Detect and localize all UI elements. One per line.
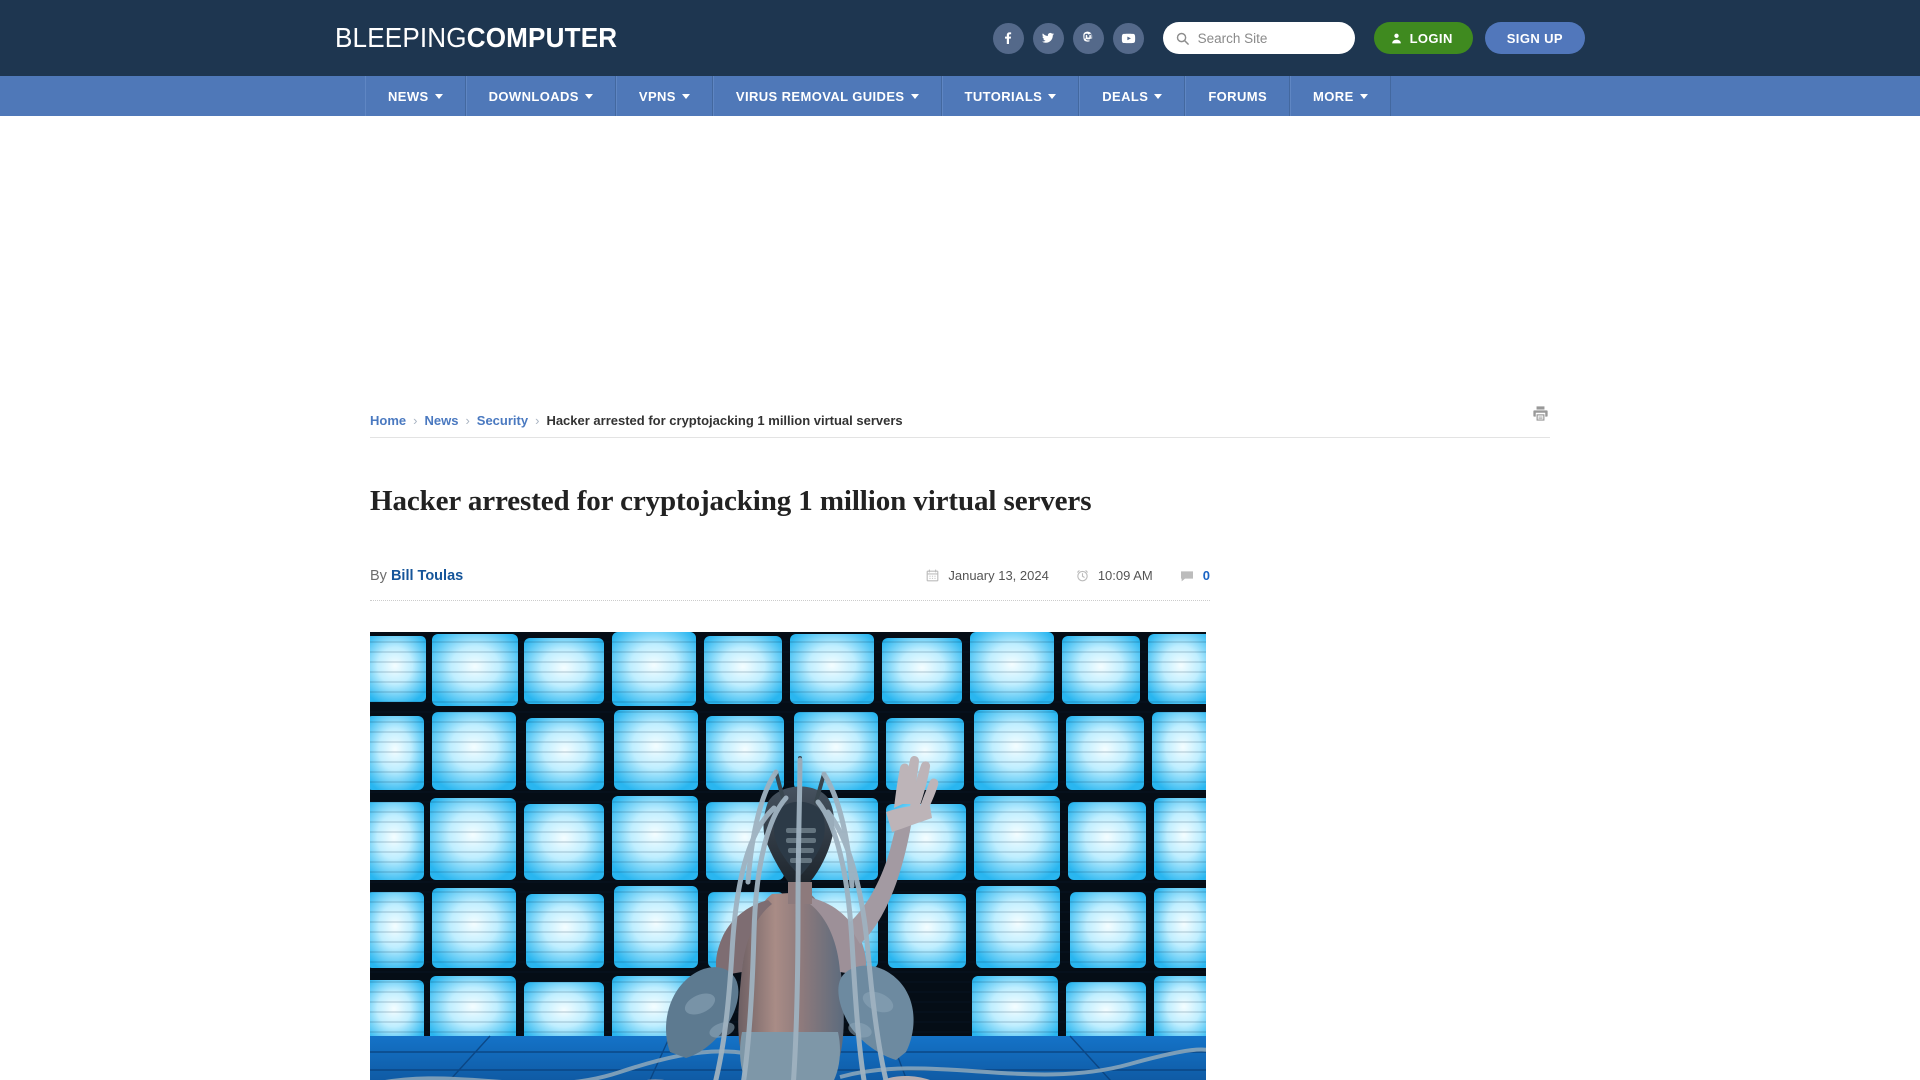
publish-date: January 13, 2024 bbox=[925, 568, 1049, 583]
nav-item-news[interactable]: NEWS bbox=[365, 76, 466, 116]
search-input[interactable] bbox=[1197, 30, 1343, 46]
search-icon bbox=[1176, 32, 1189, 45]
breadcrumb-item-news[interactable]: News bbox=[424, 413, 458, 428]
comments-link[interactable]: 0 bbox=[1179, 568, 1210, 584]
publish-date-text: January 13, 2024 bbox=[948, 568, 1049, 583]
site-logo[interactable]: BLEEPINGCOMPUTER bbox=[335, 22, 617, 54]
chevron-down-icon bbox=[1048, 93, 1057, 99]
site-header: BLEEPINGCOMPUTER Search Site LOGIN SIGN … bbox=[0, 0, 1920, 76]
clock-icon bbox=[1076, 570, 1088, 582]
publish-time-text: 10:09 AM bbox=[1097, 568, 1153, 583]
twitter-icon[interactable] bbox=[1032, 22, 1064, 54]
article-meta-details: January 13, 2024 10:09 AM 0 bbox=[925, 568, 1210, 584]
comment-count: 0 bbox=[1202, 568, 1210, 583]
breadcrumb-row: Home › News › Security › Hacker arrested for c… bbox=[370, 404, 1550, 438]
publish-time: 10:09 AM bbox=[1075, 568, 1153, 583]
nav-item-deals[interactable]: DEALS bbox=[1079, 76, 1186, 116]
mastodon-icon[interactable] bbox=[1072, 22, 1104, 54]
comment-icon bbox=[1180, 570, 1193, 581]
chevron-down-icon bbox=[1154, 93, 1163, 99]
nav-item-more[interactable]: MORE bbox=[1290, 76, 1391, 116]
top-ad-slot bbox=[0, 116, 1920, 404]
nav-item-label: MORE bbox=[1313, 88, 1354, 104]
breadcrumb-separator: › bbox=[465, 413, 470, 428]
article-column: Hacker arrested for cryptojacking 1 mill… bbox=[370, 485, 1210, 1080]
logo-text-light: BLEEPING bbox=[335, 22, 467, 53]
login-button[interactable]: LOGIN bbox=[1373, 22, 1473, 54]
nav-item-label: VIRUS REMOVAL GUIDES bbox=[735, 88, 905, 104]
facebook-icon[interactable] bbox=[992, 22, 1024, 54]
login-button-label: LOGIN bbox=[1409, 30, 1453, 46]
breadcrumb-item-security[interactable]: Security bbox=[477, 413, 528, 428]
youtube-icon[interactable] bbox=[1112, 22, 1144, 54]
chevron-down-icon bbox=[910, 93, 919, 99]
nav-item-label: VPNS bbox=[638, 88, 676, 104]
logo-text-bold: COMPUTER bbox=[466, 22, 618, 53]
nav-item-label: DOWNLOADS bbox=[488, 88, 579, 104]
nav-item-label: DEALS bbox=[1102, 88, 1149, 104]
nav-left-spacer bbox=[335, 76, 365, 116]
nav-item-label: TUTORIALS bbox=[964, 88, 1043, 104]
nav-item-forums[interactable]: FORUMS bbox=[1185, 76, 1291, 116]
hero-illustration bbox=[370, 632, 1206, 1080]
search-box[interactable] bbox=[1162, 22, 1355, 54]
nav-item-tutorials[interactable]: TUTORIALS bbox=[941, 76, 1080, 116]
nav-item-label: NEWS bbox=[388, 88, 429, 104]
social-links bbox=[992, 22, 1144, 54]
calendar-icon bbox=[926, 569, 939, 582]
chevron-down-icon bbox=[434, 93, 443, 99]
page-content: Home › News › Security › Hacker arrested for c… bbox=[370, 404, 1550, 1080]
breadcrumb-separator: › bbox=[535, 413, 540, 428]
breadcrumb-item-home[interactable]: Home bbox=[370, 413, 406, 428]
byline: By Bill Toulas bbox=[370, 568, 463, 584]
user-icon bbox=[1391, 33, 1401, 43]
byline-prefix: By bbox=[370, 567, 387, 584]
article-meta-row: By Bill Toulas January 13, 2024 10:09 AM… bbox=[370, 551, 1210, 601]
header-actions: LOGIN SIGN UP bbox=[992, 22, 1585, 54]
chevron-down-icon bbox=[681, 93, 690, 99]
main-navigation: NEWS DOWNLOADS VPNS VIRUS REMOVAL GUIDES TUT… bbox=[0, 76, 1920, 116]
breadcrumb-separator: › bbox=[413, 413, 418, 428]
nav-item-downloads[interactable]: DOWNLOADS bbox=[465, 76, 616, 116]
nav-item-label: FORUMS bbox=[1208, 88, 1268, 104]
author-link[interactable]: Bill Toulas bbox=[391, 568, 463, 584]
chevron-down-icon bbox=[584, 93, 593, 99]
chevron-down-icon bbox=[1359, 93, 1368, 99]
signup-button[interactable]: SIGN UP bbox=[1484, 22, 1585, 54]
nav-item-virus-removal-guides[interactable]: VIRUS REMOVAL GUIDES bbox=[712, 76, 942, 116]
nav-item-vpns[interactable]: VPNS bbox=[615, 76, 713, 116]
signup-button-label: SIGN UP bbox=[1506, 30, 1563, 46]
breadcrumb: Home › News › Security › Hacker arrested for c… bbox=[370, 413, 903, 428]
article-hero-image bbox=[370, 632, 1206, 1080]
breadcrumb-item-current: Hacker arrested for cryptojacking 1 mill… bbox=[546, 413, 903, 428]
print-icon[interactable] bbox=[1531, 404, 1550, 423]
article-title: Hacker arrested for cryptojacking 1 mill… bbox=[370, 485, 1092, 517]
